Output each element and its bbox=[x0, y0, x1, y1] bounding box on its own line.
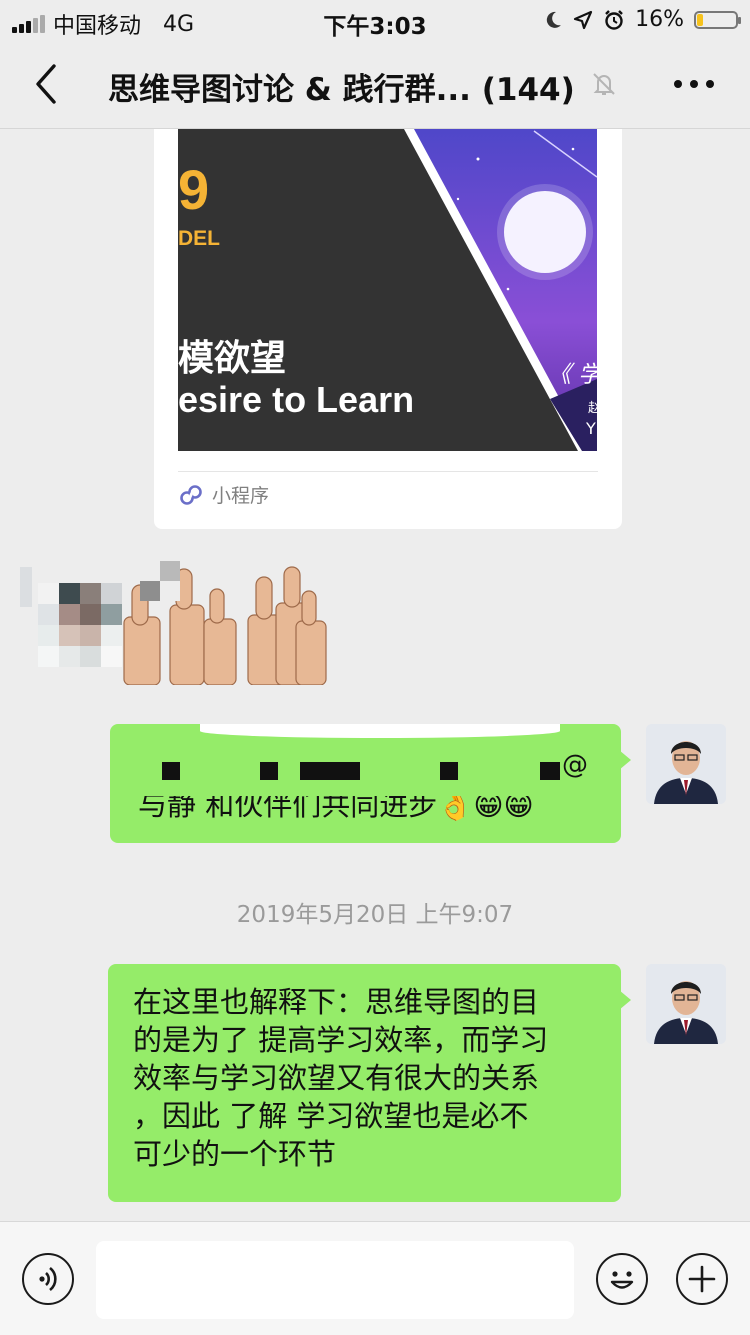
message-bubble-self[interactable]: 在这里也解释下：思维导图的目 的是为了 提高学习效率，而学习 效率与学习欲望又有… bbox=[108, 964, 631, 1202]
mosaic-cell bbox=[140, 561, 160, 581]
chat-area[interactable]: 9 DEL 模欲望 esire to Learn 《 学 赵 Y 小程序 与静 … bbox=[0, 129, 750, 1221]
plus-icon[interactable] bbox=[676, 1253, 728, 1305]
image-model: DEL bbox=[178, 227, 220, 250]
emoji-glyph bbox=[610, 1271, 634, 1289]
message-bubble-self[interactable]: 与静 和伙伴们共同进步👌😁😁 @ bbox=[110, 724, 631, 843]
location-icon bbox=[573, 10, 593, 29]
mosaic-cell bbox=[59, 646, 80, 667]
mosaic-cell bbox=[80, 604, 101, 625]
sender-avatar-blurred[interactable] bbox=[38, 583, 122, 667]
emoji-icon[interactable] bbox=[596, 1253, 648, 1305]
chat-header: 思维导图讨论 & 践行群... (144) bbox=[0, 40, 750, 129]
mosaic-cell bbox=[101, 583, 122, 604]
image-en-title: esire to Learn bbox=[178, 379, 415, 420]
redaction-block bbox=[260, 762, 278, 780]
battery-icon bbox=[694, 10, 741, 29]
redaction-white-bar bbox=[200, 724, 560, 738]
redaction-block bbox=[440, 762, 458, 780]
mosaic-cell bbox=[101, 604, 122, 625]
image-right-text: 《 学 bbox=[548, 362, 597, 388]
mosaic-cell bbox=[80, 625, 101, 646]
status-right: 16% bbox=[543, 7, 741, 32]
mosaic-cell bbox=[140, 581, 160, 601]
bell-mute-icon bbox=[593, 73, 615, 95]
chat-title: 思维导图讨论 & 践行群... (144) bbox=[108, 72, 575, 108]
bubble-tail bbox=[619, 750, 631, 770]
message-line: 可少的一个环节 bbox=[133, 1137, 337, 1171]
status-bar: 中国移动 4G 下午3:03 16% bbox=[0, 0, 750, 40]
message-text: 在这里也解释下：思维导图的目 的是为了 提高学习效率，而学习 效率与学习欲望又有… bbox=[133, 983, 548, 1173]
card-divider bbox=[178, 471, 598, 472]
mention-symbol: @ bbox=[562, 750, 588, 780]
battery-percent: 16% bbox=[635, 7, 684, 32]
avatar[interactable] bbox=[646, 724, 726, 804]
voice-icon[interactable] bbox=[22, 1253, 74, 1305]
battery-fill bbox=[697, 13, 703, 26]
card-footer: 小程序 bbox=[178, 481, 269, 508]
voice-glyph bbox=[39, 1266, 57, 1292]
alarm-icon bbox=[605, 9, 623, 30]
mosaic-cell bbox=[59, 583, 80, 604]
mosaic-cell bbox=[160, 561, 180, 581]
avatar-image bbox=[646, 964, 726, 1044]
plus-glyph bbox=[688, 1265, 716, 1293]
image-right-small-1: 赵 bbox=[588, 401, 597, 416]
mini-program-image[interactable]: 9 DEL 模欲望 esire to Learn 《 学 赵 Y bbox=[178, 129, 597, 451]
moon-icon bbox=[546, 11, 562, 28]
mosaic-cell bbox=[101, 646, 122, 667]
message-input[interactable] bbox=[96, 1241, 574, 1319]
mosaic-cell bbox=[80, 583, 101, 604]
mosaic-cell bbox=[80, 646, 101, 667]
mosaic-cell bbox=[38, 583, 59, 604]
blurred-patch bbox=[140, 561, 180, 601]
avatar[interactable] bbox=[646, 964, 726, 1044]
mosaic-cell bbox=[59, 625, 80, 646]
message-line: 效率与学习欲望又有很大的关系 bbox=[133, 1061, 540, 1095]
mini-program-icon bbox=[180, 484, 202, 505]
redaction-block bbox=[300, 762, 360, 780]
mosaic-cell bbox=[59, 604, 80, 625]
redaction-block bbox=[162, 762, 180, 780]
more-dots-icon[interactable] bbox=[674, 80, 714, 88]
message-line: 的是为了 提高学习效率，而学习 bbox=[133, 1023, 549, 1057]
mosaic-cell bbox=[38, 604, 59, 625]
message-timestamp: 2019年5月20日 上午9:07 bbox=[236, 902, 514, 928]
image-cn-title: 模欲望 bbox=[178, 338, 287, 379]
avatar-image bbox=[646, 724, 726, 804]
mini-program-label: 小程序 bbox=[212, 485, 270, 507]
mosaic-cell bbox=[101, 625, 122, 646]
input-bar bbox=[0, 1221, 750, 1335]
message-line: 在这里也解释下：思维导图的目 bbox=[133, 985, 540, 1019]
mosaic-cell bbox=[38, 625, 59, 646]
mosaic-cell bbox=[160, 581, 180, 601]
redaction-block bbox=[540, 762, 560, 780]
image-number: 9 bbox=[178, 158, 210, 221]
mosaic-cell bbox=[38, 646, 59, 667]
mini-program-card[interactable]: 9 DEL 模欲望 esire to Learn 《 学 赵 Y 小程序 bbox=[154, 129, 622, 529]
chevron-left-icon[interactable] bbox=[30, 62, 70, 106]
message-line: ，因此 了解 学习欲望也是必不 bbox=[133, 1099, 529, 1133]
image-right-small-2: Y bbox=[586, 419, 596, 438]
bubble-tail bbox=[619, 990, 631, 1010]
